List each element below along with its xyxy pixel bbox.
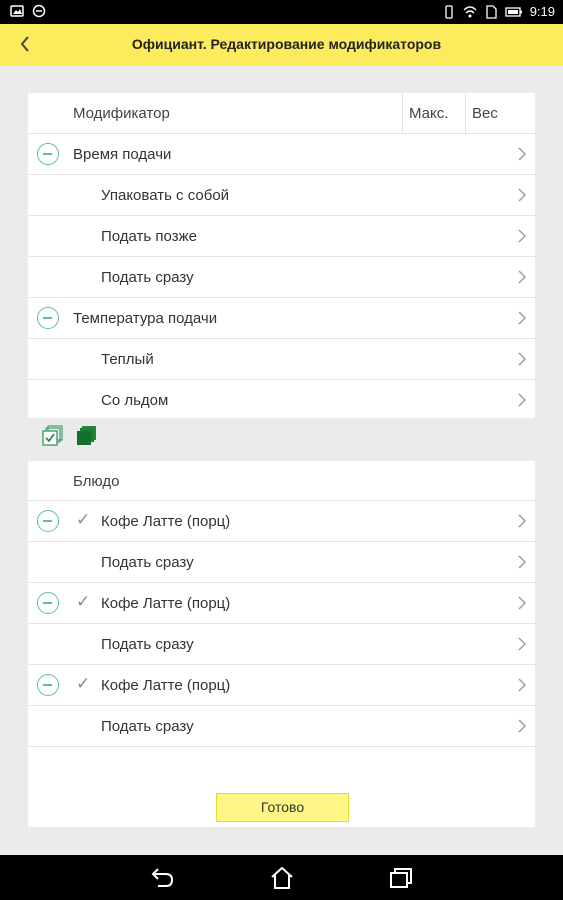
modifier-option-row[interactable]: Теплый (28, 339, 535, 380)
column-max: Макс. (402, 93, 465, 134)
system-nav-bar (0, 855, 563, 900)
chevron-right-icon (518, 555, 526, 569)
remove-minus-icon[interactable] (37, 143, 59, 165)
remove-minus-icon[interactable] (37, 592, 59, 614)
page-title: Официант. Редактирование модификаторов (131, 36, 442, 52)
row-label: Кофе Латте (порц) (101, 595, 231, 612)
modifier-option-row[interactable]: Со льдом (28, 380, 535, 421)
checkmark-icon: ✓ (76, 510, 91, 529)
checkmark-icon: ✓ (76, 592, 91, 611)
modifiers-table: Модификатор Макс. Вес Время подачи Упако… (28, 93, 535, 418)
remove-minus-icon[interactable] (37, 510, 59, 532)
row-label: Подать сразу (101, 269, 194, 286)
chevron-right-icon (518, 352, 526, 366)
chevron-right-icon (518, 637, 526, 651)
dish-modifier-row[interactable]: Подать сразу (28, 706, 535, 747)
recent-apps-icon[interactable] (387, 865, 415, 891)
dish-row[interactable]: ✓ Кофе Латте (порц) (28, 665, 535, 706)
row-label: Время подачи (73, 146, 172, 163)
modifiers-table-header: Модификатор Макс. Вес (28, 93, 535, 134)
chevron-right-icon (518, 596, 526, 610)
select-all-icon[interactable] (42, 425, 64, 447)
sync-notification-icon (32, 4, 46, 18)
dish-modifier-row[interactable]: Подать сразу (28, 624, 535, 665)
dishes-table: Блюдо ✓ Кофе Латте (порц) Подать сразу ✓… (28, 461, 535, 827)
chevron-right-icon (518, 147, 526, 161)
chevron-right-icon (518, 188, 526, 202)
clock: 9:19 (529, 4, 555, 19)
modifier-group-row[interactable]: Температура подачи (28, 298, 535, 339)
chevron-right-icon (518, 270, 526, 284)
selection-toolbar (42, 425, 98, 447)
remove-minus-icon[interactable] (37, 307, 59, 329)
row-label: Теплый (101, 351, 154, 368)
copy-icon[interactable] (76, 425, 98, 447)
dish-row[interactable]: ✓ Кофе Латте (порц) (28, 583, 535, 624)
wifi-icon (463, 5, 477, 17)
row-label: Подать сразу (101, 636, 194, 653)
modifier-option-row[interactable]: Подать сразу (28, 257, 535, 298)
back-icon[interactable] (148, 865, 176, 891)
home-icon[interactable] (268, 865, 296, 891)
row-label: Со льдом (101, 392, 169, 409)
app-header: Официант. Редактирование модификаторов (0, 24, 563, 66)
row-label: Упаковать с собой (101, 187, 230, 204)
row-label: Подать сразу (101, 718, 194, 735)
status-bar: 9:19 (0, 0, 563, 24)
dish-modifier-row[interactable]: Подать сразу (28, 542, 535, 583)
gallery-notification-icon (10, 5, 24, 17)
modifier-group-row[interactable]: Время подачи (28, 134, 535, 175)
row-label: Кофе Латте (порц) (101, 677, 231, 694)
checkmark-icon: ✓ (76, 674, 91, 693)
column-modifier: Модификатор (73, 105, 170, 122)
chevron-right-icon (518, 393, 526, 407)
battery-icon (505, 6, 522, 17)
modifier-option-row[interactable]: Упаковать с собой (28, 175, 535, 216)
remove-minus-icon[interactable] (37, 674, 59, 696)
dish-row[interactable]: ✓ Кофе Латте (порц) (28, 501, 535, 542)
vibrate-icon (445, 4, 453, 19)
row-label: Подать сразу (101, 554, 194, 571)
chevron-right-icon (518, 719, 526, 733)
row-label: Температура подачи (73, 310, 218, 327)
chevron-right-icon (518, 311, 526, 325)
sim-icon (486, 4, 497, 19)
row-label: Подать позже (101, 228, 197, 245)
chevron-right-icon (518, 678, 526, 692)
column-dish: Блюдо (73, 473, 120, 490)
modifier-option-row[interactable]: Подать позже (28, 216, 535, 257)
column-weight: Вес (465, 93, 535, 134)
chevron-right-icon (518, 514, 526, 528)
row-label: Кофе Латте (порц) (101, 513, 231, 530)
dishes-table-header: Блюдо (28, 461, 535, 501)
done-button[interactable]: Готово (216, 793, 349, 822)
chevron-right-icon (518, 229, 526, 243)
